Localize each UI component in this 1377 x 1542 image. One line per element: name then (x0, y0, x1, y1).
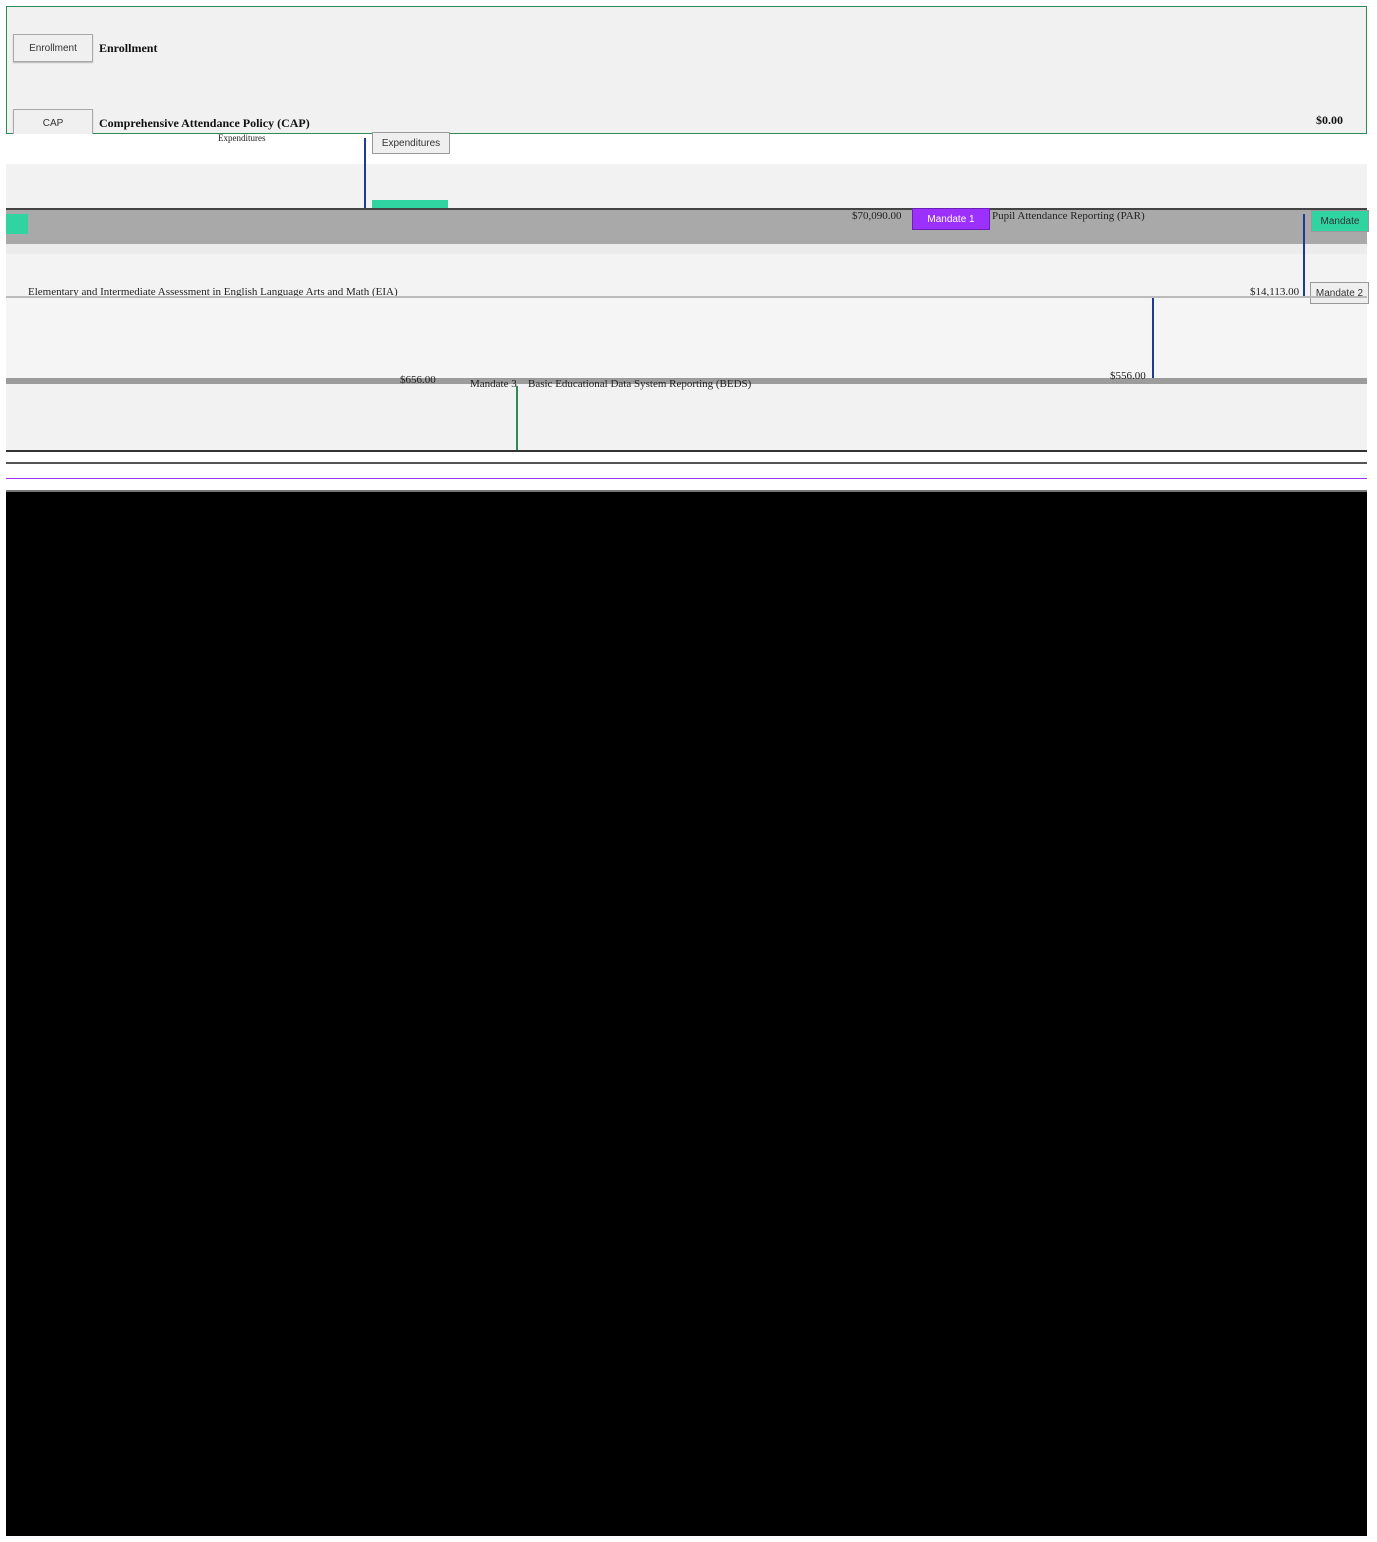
row-cap: CAP Comprehensive Attendance Policy (CAP… (13, 109, 1361, 137)
row-enrollment: Enrollment Enrollment (13, 34, 1361, 62)
glitch-band (6, 244, 1367, 254)
row-title: Comprehensive Attendance Policy (CAP) (99, 115, 310, 130)
expenditures-button[interactable]: Expenditures (372, 132, 450, 154)
cap-button[interactable]: CAP (13, 109, 93, 137)
row-amount: $0.00 (1316, 113, 1343, 127)
expenditures-label: Expenditures (218, 133, 266, 143)
status-chip (6, 214, 28, 234)
glitch-band (6, 208, 1367, 244)
amount-text: $70,090.00 (852, 210, 902, 222)
mandate-button[interactable]: Mandate (1311, 210, 1369, 232)
glitch-band (6, 384, 1367, 452)
mandates-panel: Enrollment Enrollment CAP Comprehensive … (6, 6, 1367, 137)
divider (6, 478, 1367, 479)
mandate-1-button[interactable]: Mandate 1 (912, 208, 990, 230)
mandate-2-button[interactable]: Mandate 2 (1310, 282, 1369, 304)
divider (364, 138, 366, 208)
glitch-band (6, 452, 1367, 492)
amount-text: $656.00 (400, 374, 436, 386)
divider (6, 462, 1367, 464)
row-title: Enrollment (99, 40, 158, 55)
mandate-3-label: Mandate 3 (470, 378, 517, 390)
divider (6, 296, 1367, 298)
amount-text: $556.00 (1110, 370, 1146, 382)
divider (1152, 298, 1154, 378)
divider (6, 208, 1367, 210)
glitch-band (6, 164, 1367, 208)
divider (516, 386, 518, 450)
glitch-band (6, 134, 1367, 164)
enrollment-button[interactable]: Enrollment (13, 34, 93, 62)
divider (6, 490, 1367, 492)
beds-title: Basic Educational Data System Reporting … (528, 378, 752, 390)
divider (1303, 214, 1305, 298)
glitch-band (6, 298, 1367, 378)
par-title: Pupil Attendance Reporting (PAR) (992, 210, 1145, 222)
divider (6, 450, 1367, 452)
